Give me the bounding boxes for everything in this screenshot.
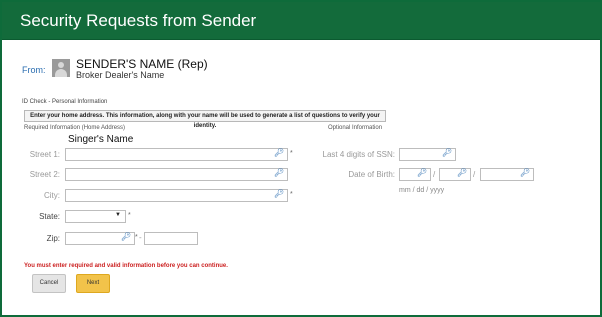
state-select[interactable]: ▼ [65, 210, 126, 223]
dob-separator: / [473, 170, 476, 179]
sender-name: SENDER'S NAME (Rep) [76, 57, 208, 71]
street1-input[interactable]: 🔑︎ [65, 148, 288, 161]
zip-input[interactable]: 🔑︎ [65, 232, 135, 245]
signer-name: Singer's Name [68, 134, 134, 145]
city-label: City: [44, 191, 60, 200]
chevron-down-icon: ▼ [115, 212, 121, 218]
user-silhouette-icon [52, 59, 70, 77]
dob-year-input[interactable]: 🔑︎ [480, 168, 534, 181]
required-marker: * [135, 234, 138, 241]
key-icon: 🔑︎ [441, 148, 452, 157]
required-marker: * [290, 191, 293, 198]
required-info-label: Required Information (Home Address) [24, 125, 126, 131]
dob-label: Date of Birth: [348, 170, 395, 179]
dob-separator: / [433, 170, 436, 179]
dob-format-hint: mm / dd / yyyy [399, 187, 445, 194]
next-button[interactable]: Next [76, 274, 110, 293]
required-marker: * [128, 212, 131, 219]
street2-label: Street 2: [29, 170, 60, 179]
required-marker: * [290, 150, 293, 157]
dob-month-input[interactable]: 🔑︎ [399, 168, 431, 181]
security-requests-window: Security Requests from Sender From: SEND… [0, 0, 602, 317]
zip-separator: - [139, 233, 142, 242]
state-label: State: [39, 212, 60, 221]
key-icon: 🔑︎ [519, 168, 530, 177]
ssn-label: Last 4 digits of SSN: [322, 150, 395, 159]
page-title: Security Requests from Sender [20, 11, 257, 30]
header-bar: Security Requests from Sender [2, 2, 600, 40]
key-icon: 🔑︎ [273, 148, 284, 157]
sender-role: Broker Dealer's Name [76, 70, 165, 80]
key-icon: 🔑︎ [273, 168, 284, 177]
key-icon: 🔑︎ [120, 232, 131, 241]
zip-extension-input[interactable] [144, 232, 198, 245]
ssn-input[interactable]: 🔑︎ [399, 148, 456, 161]
street2-input[interactable]: 🔑︎ [65, 168, 288, 181]
key-icon: 🔑︎ [273, 189, 284, 198]
avatar-head [58, 62, 64, 68]
header-divider [2, 39, 600, 40]
street1-label: Street 1: [29, 150, 60, 159]
error-message: You must enter required and valid inform… [24, 263, 228, 269]
city-input[interactable]: 🔑︎ [65, 189, 288, 202]
dob-day-input[interactable]: 🔑︎ [439, 168, 471, 181]
avatar-body [55, 69, 67, 77]
optional-info-label: Optional Information [328, 125, 383, 131]
key-icon: 🔑︎ [416, 168, 427, 177]
key-icon: 🔑︎ [456, 168, 467, 177]
section-label: ID Check - Personal Information [22, 99, 108, 105]
zip-label: Zip: [46, 234, 60, 243]
instruction-notice: Enter your home address. This informatio… [24, 110, 386, 129]
from-label: From: [22, 65, 46, 75]
cancel-button[interactable]: Cancel [32, 274, 66, 293]
